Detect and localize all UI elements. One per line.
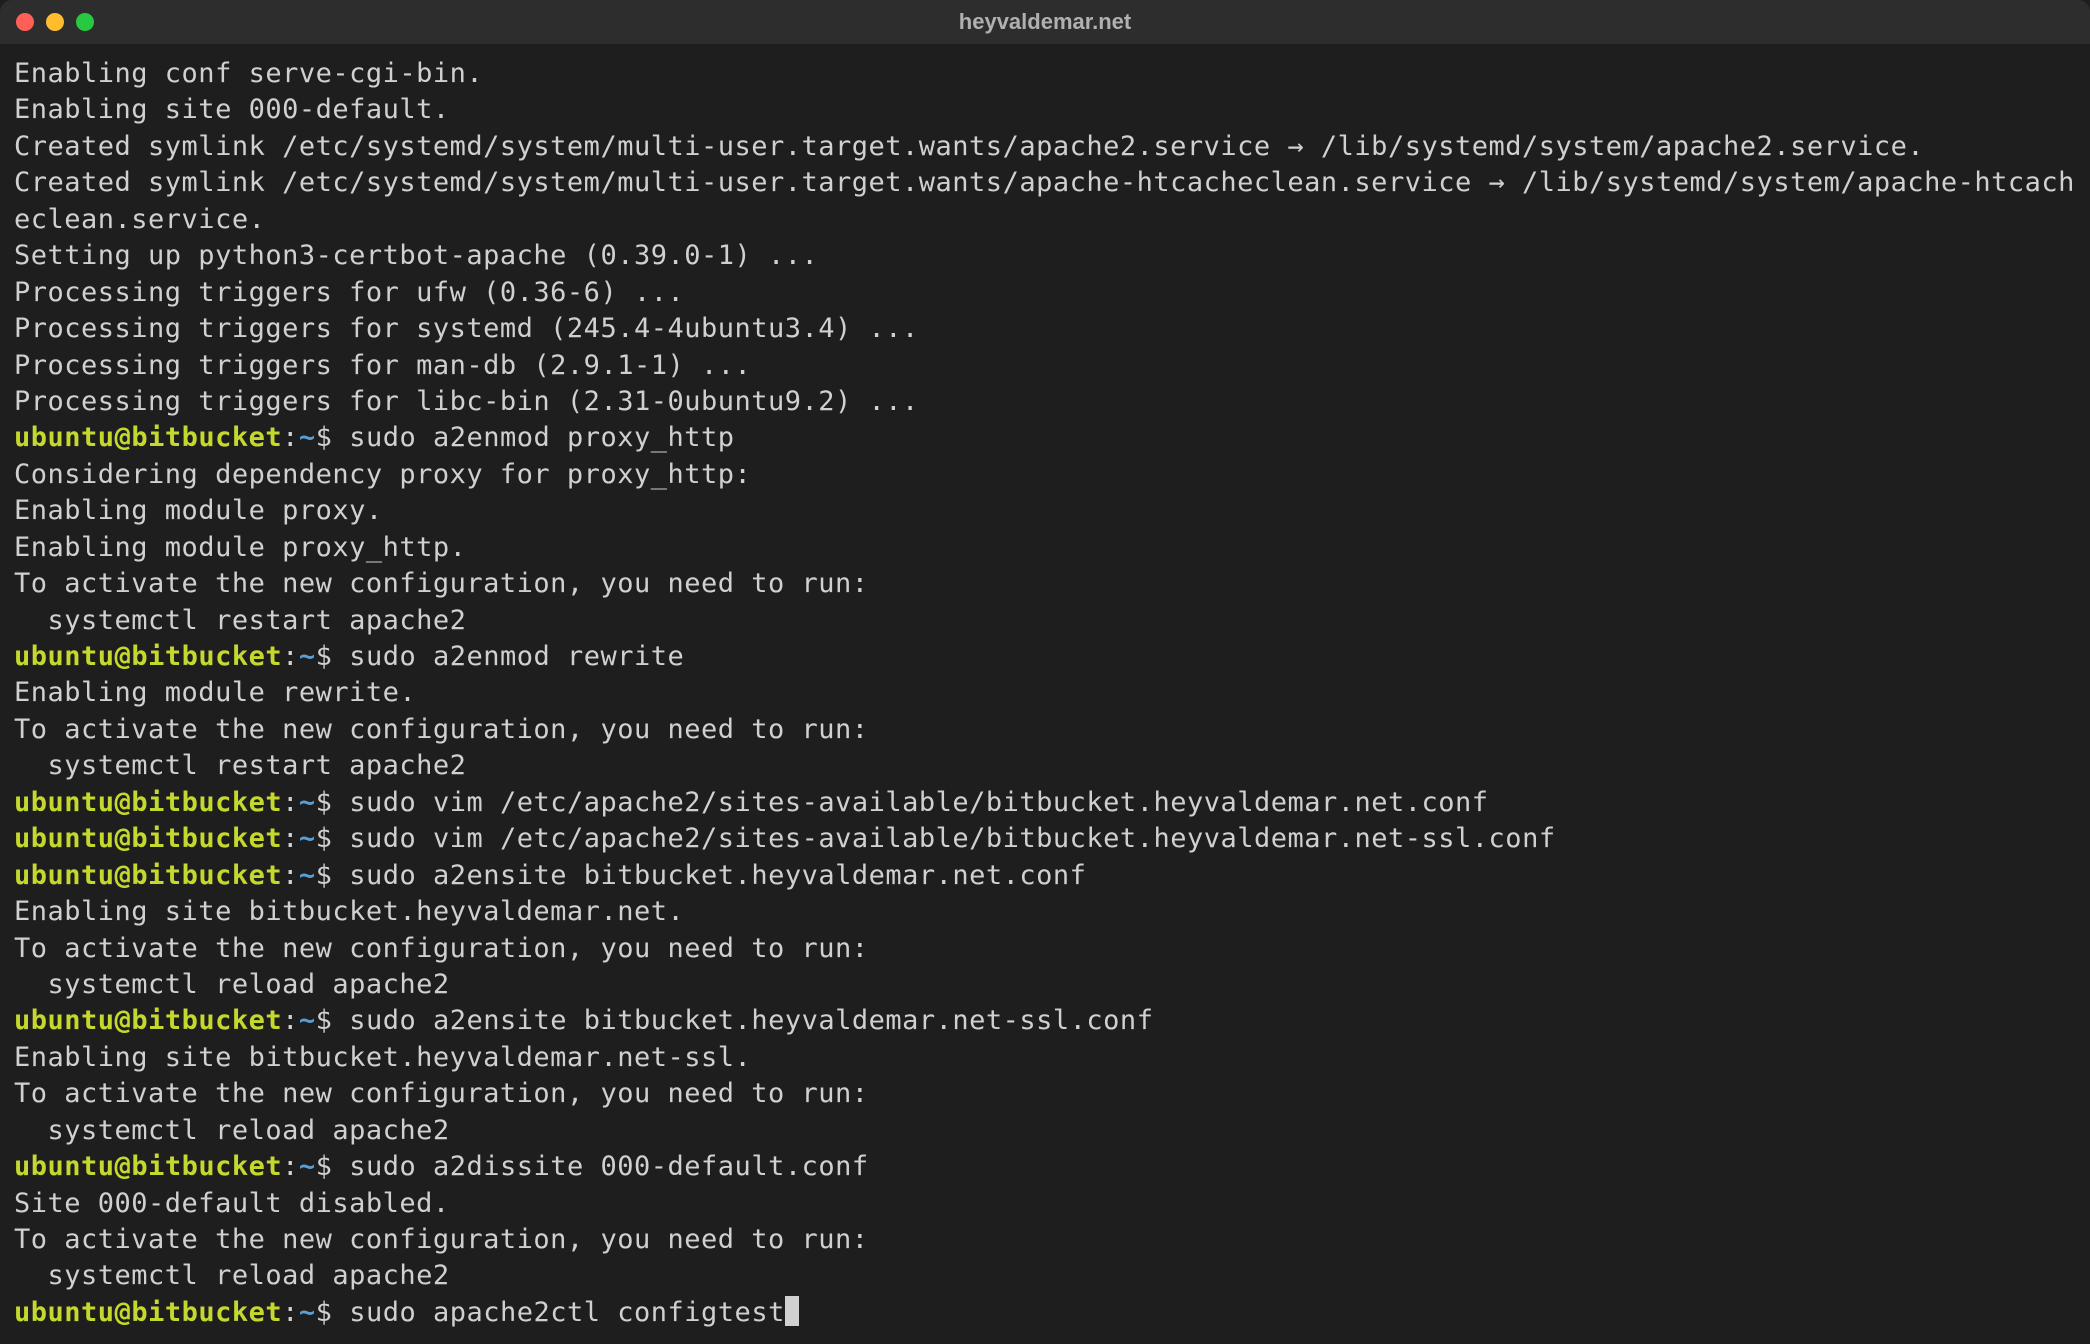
prompt-host: bitbucket [131,1151,282,1182]
output-line: Created symlink /etc/systemd/system/mult… [14,129,2076,165]
prompt-host: bitbucket [131,422,282,453]
prompt-path: ~ [299,787,316,818]
prompt-at: @ [115,641,132,672]
prompt-user: ubuntu [14,1005,115,1036]
prompt-line: ubuntu@bitbucket:~$ sudo vim /etc/apache… [14,821,2076,857]
command-text: sudo a2enmod rewrite [349,641,684,672]
prompt-symbol: $ [316,860,333,891]
output-line: systemctl reload apache2 [14,967,2076,1003]
prompt-colon: : [282,1005,299,1036]
output-line: Enabling module rewrite. [14,675,2076,711]
prompt-colon: : [282,641,299,672]
output-line: Enabling site bitbucket.heyvaldemar.net. [14,894,2076,930]
prompt-symbol: $ [316,1151,333,1182]
output-line: Created symlink /etc/systemd/system/mult… [14,165,2076,238]
command-text: sudo vim /etc/apache2/sites-available/bi… [349,823,1555,854]
output-line: Enabling site bitbucket.heyvaldemar.net-… [14,1040,2076,1076]
prompt-host: bitbucket [131,823,282,854]
output-line: Enabling module proxy. [14,493,2076,529]
output-line: systemctl reload apache2 [14,1113,2076,1149]
prompt-colon: : [282,1297,299,1328]
traffic-lights [16,13,94,31]
output-line: Processing triggers for libc-bin (2.31-0… [14,384,2076,420]
prompt-path: ~ [299,1297,316,1328]
prompt-host: bitbucket [131,787,282,818]
prompt-user: ubuntu [14,823,115,854]
prompt-line: ubuntu@bitbucket:~$ sudo a2ensite bitbuc… [14,858,2076,894]
prompt-user: ubuntu [14,422,115,453]
maximize-button[interactable] [76,13,94,31]
prompt-at: @ [115,787,132,818]
prompt-host: bitbucket [131,1005,282,1036]
terminal-content[interactable]: Enabling conf serve-cgi-bin.Enabling sit… [0,44,2090,1344]
prompt-symbol: $ [316,787,333,818]
output-line: Considering dependency proxy for proxy_h… [14,457,2076,493]
prompt-symbol: $ [316,1005,333,1036]
prompt-at: @ [115,1151,132,1182]
output-line: systemctl restart apache2 [14,748,2076,784]
output-line: Setting up python3-certbot-apache (0.39.… [14,238,2076,274]
command-text: sudo a2enmod proxy_http [349,422,734,453]
output-line: Enabling module proxy_http. [14,530,2076,566]
command-text: sudo a2ensite bitbucket.heyvaldemar.net.… [349,860,1086,891]
prompt-line: ubuntu@bitbucket:~$ sudo a2enmod rewrite [14,639,2076,675]
minimize-button[interactable] [46,13,64,31]
prompt-user: ubuntu [14,1297,115,1328]
output-line: Enabling conf serve-cgi-bin. [14,56,2076,92]
prompt-colon: : [282,422,299,453]
output-line: Processing triggers for ufw (0.36-6) ... [14,275,2076,311]
prompt-colon: : [282,823,299,854]
prompt-symbol: $ [316,422,333,453]
prompt-line: ubuntu@bitbucket:~$ sudo vim /etc/apache… [14,785,2076,821]
output-line: systemctl restart apache2 [14,603,2076,639]
prompt-symbol: $ [316,1297,333,1328]
command-text: sudo a2dissite 000-default.conf [349,1151,868,1182]
command-text: sudo apache2ctl configtest [349,1297,785,1328]
prompt-line: ubuntu@bitbucket:~$ sudo apache2ctl conf… [14,1295,2076,1331]
prompt-path: ~ [299,860,316,891]
prompt-host: bitbucket [131,860,282,891]
output-line: To activate the new configuration, you n… [14,712,2076,748]
prompt-user: ubuntu [14,860,115,891]
terminal-window: heyvaldemar.net Enabling conf serve-cgi-… [0,0,2090,1344]
prompt-symbol: $ [316,641,333,672]
prompt-at: @ [115,823,132,854]
prompt-line: ubuntu@bitbucket:~$ sudo a2enmod proxy_h… [14,420,2076,456]
prompt-path: ~ [299,422,316,453]
prompt-colon: : [282,1151,299,1182]
prompt-host: bitbucket [131,1297,282,1328]
prompt-at: @ [115,1297,132,1328]
output-line: Processing triggers for man-db (2.9.1-1)… [14,348,2076,384]
prompt-symbol: $ [316,823,333,854]
cursor [785,1296,799,1326]
command-text: sudo vim /etc/apache2/sites-available/bi… [349,787,1488,818]
output-line: To activate the new configuration, you n… [14,1076,2076,1112]
prompt-user: ubuntu [14,641,115,672]
prompt-line: ubuntu@bitbucket:~$ sudo a2dissite 000-d… [14,1149,2076,1185]
prompt-user: ubuntu [14,787,115,818]
prompt-at: @ [115,422,132,453]
window-title: heyvaldemar.net [959,9,1131,35]
output-line: To activate the new configuration, you n… [14,931,2076,967]
prompt-path: ~ [299,823,316,854]
output-line: Enabling site 000-default. [14,92,2076,128]
output-line: To activate the new configuration, you n… [14,1222,2076,1258]
prompt-at: @ [115,860,132,891]
output-line: To activate the new configuration, you n… [14,566,2076,602]
prompt-path: ~ [299,1151,316,1182]
output-line: Processing triggers for systemd (245.4-4… [14,311,2076,347]
command-text: sudo a2ensite bitbucket.heyvaldemar.net-… [349,1005,1153,1036]
prompt-user: ubuntu [14,1151,115,1182]
prompt-path: ~ [299,1005,316,1036]
output-line: systemctl reload apache2 [14,1258,2076,1294]
prompt-path: ~ [299,641,316,672]
prompt-host: bitbucket [131,641,282,672]
prompt-colon: : [282,787,299,818]
prompt-line: ubuntu@bitbucket:~$ sudo a2ensite bitbuc… [14,1003,2076,1039]
prompt-at: @ [115,1005,132,1036]
title-bar: heyvaldemar.net [0,0,2090,44]
output-line: Site 000-default disabled. [14,1186,2076,1222]
prompt-colon: : [282,860,299,891]
close-button[interactable] [16,13,34,31]
